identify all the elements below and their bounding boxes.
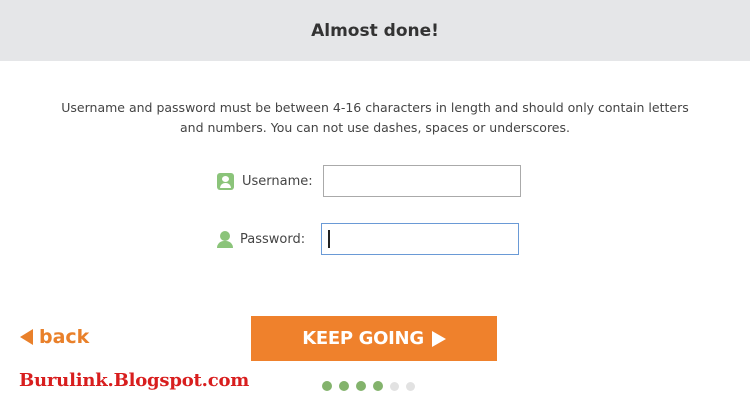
password-label: Password:: [240, 231, 306, 247]
password-input[interactable]: [321, 223, 519, 255]
keep-going-button[interactable]: KEEP GOING: [251, 316, 497, 361]
watermark-text: Burulink.Blogspot.com: [19, 370, 250, 391]
back-label: back: [39, 326, 90, 348]
play-arrow-icon: [431, 330, 446, 347]
keep-going-label: KEEP GOING: [302, 328, 424, 349]
username-label-group: Username:: [217, 172, 313, 190]
progress-dot: [406, 381, 415, 391]
arrow-left-icon: [20, 329, 33, 345]
user-card-icon: [217, 172, 234, 190]
progress-dot: [373, 381, 383, 391]
password-label-group: Password:: [217, 230, 305, 248]
header-bar: Almost done!: [0, 0, 750, 61]
instructions-text: Username and password must be between 4-…: [61, 100, 689, 135]
progress-dot: [339, 381, 349, 391]
page-title: Almost done!: [311, 20, 439, 41]
progress-indicator: [322, 381, 422, 391]
progress-dot: [356, 381, 366, 391]
progress-dot: [322, 381, 332, 391]
username-label: Username:: [242, 173, 313, 189]
text-caret: [328, 230, 330, 248]
progress-dot: [390, 381, 399, 391]
person-icon: [217, 230, 233, 248]
password-row: Password:: [0, 223, 750, 255]
username-input[interactable]: [323, 165, 521, 197]
back-link[interactable]: back: [20, 324, 89, 350]
username-row: Username:: [0, 165, 750, 197]
